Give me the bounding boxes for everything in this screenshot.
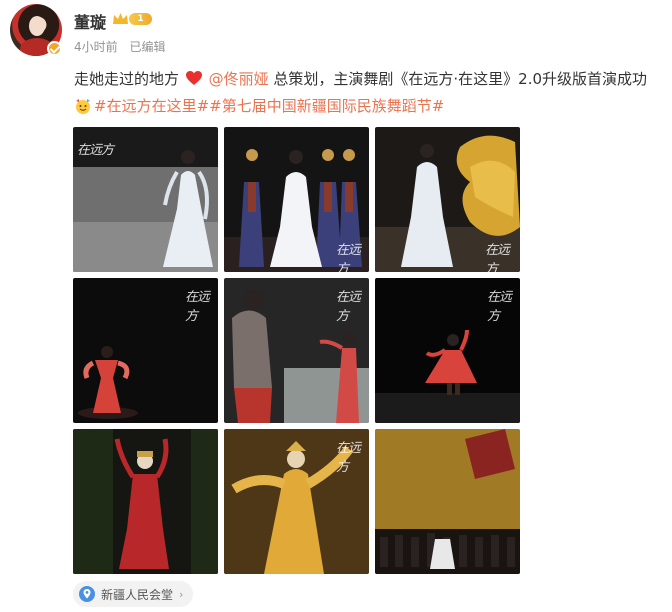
image-watermark: 在远方 xyxy=(336,243,361,272)
ensemble-stage-image xyxy=(375,429,520,574)
image-thumb-5[interactable]: 在远方 xyxy=(224,278,369,423)
location-tag[interactable]: 新疆人民会堂 › xyxy=(73,581,194,607)
post-text: 走她走过的地方 @佟丽娅 总策划，主演舞剧《在远方·在这里》2.0升级版首演成功… xyxy=(74,66,664,120)
vip-level: 1 xyxy=(129,13,152,25)
image-watermark: 在远方 xyxy=(336,290,361,324)
image-watermark: 在远方 xyxy=(77,143,114,158)
verified-badge-icon xyxy=(47,41,62,56)
image-thumb-1[interactable]: 在远方 xyxy=(73,127,218,272)
image-watermark: 在远方 xyxy=(487,290,512,324)
image-thumb-2[interactable]: 在远方 xyxy=(224,127,369,272)
post-meta: 4小时前 已编辑 xyxy=(74,38,173,55)
location-pin-icon xyxy=(79,586,95,602)
image-watermark: 在远方 xyxy=(185,290,210,324)
edited-label[interactable]: 已编辑 xyxy=(129,40,165,54)
post-text-part1: 走她走过的地方 xyxy=(74,70,180,88)
chevron-right-icon: › xyxy=(179,587,184,601)
post-time[interactable]: 4小时前 xyxy=(74,40,118,54)
image-watermark: 在远方 xyxy=(336,441,361,475)
topic-link-2[interactable]: #第七届中国新疆国际民族舞蹈节# xyxy=(209,97,444,115)
image-thumb-6[interactable]: 在远方 xyxy=(375,278,520,423)
mention-link[interactable]: @佟丽娅 xyxy=(209,70,269,88)
avatar-face xyxy=(29,16,45,36)
author-name[interactable]: 董璇 xyxy=(74,9,106,33)
location-name: 新疆人民会堂 xyxy=(101,587,174,602)
heart-icon xyxy=(185,71,202,85)
image-thumb-4[interactable]: 在远方 xyxy=(73,278,218,423)
image-thumb-7[interactable] xyxy=(73,429,218,574)
arms-raised-image xyxy=(73,429,218,574)
crown-icon xyxy=(113,13,128,24)
image-watermark: 在远方 xyxy=(485,243,510,272)
topic-link-1[interactable]: #在远方在这里# xyxy=(94,97,209,115)
party-face-icon xyxy=(76,99,90,114)
image-thumb-9[interactable] xyxy=(375,429,520,574)
image-thumb-3[interactable]: 在远方 xyxy=(375,127,520,272)
vip-badge[interactable]: 1 xyxy=(112,11,152,27)
post-text-part2: 总策划，主演舞剧《在远方·在这里》2.0升级版首演成功 xyxy=(273,70,648,88)
image-thumb-8[interactable]: 在远方 xyxy=(224,429,369,574)
image-grid: 在远方 在远方 在远方 在远方 在远方 在远方 在远方 xyxy=(73,127,520,574)
